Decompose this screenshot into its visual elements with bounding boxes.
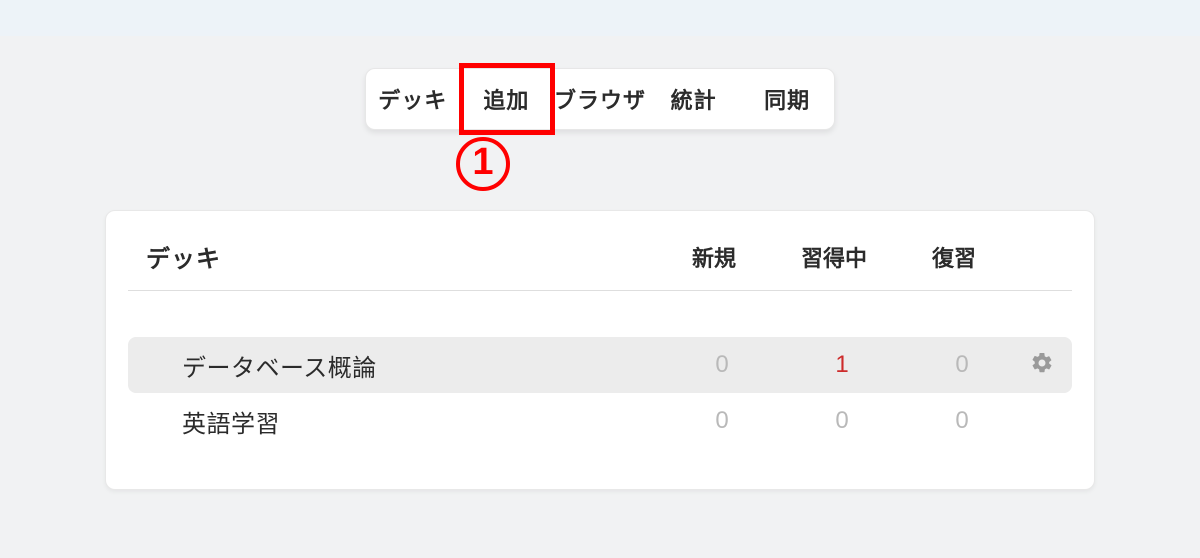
gear-icon bbox=[1030, 351, 1054, 380]
deck-options-button[interactable] bbox=[1022, 351, 1062, 380]
deck-learn-count: 0 bbox=[782, 407, 902, 435]
deck-learn-count: 1 bbox=[782, 351, 902, 379]
deck-row[interactable]: 英語学習 0 0 0 bbox=[128, 393, 1072, 449]
main-tabbar: デッキ 追加 ブラウザ 統計 同期 1 bbox=[365, 68, 835, 130]
annotation-step-badge: 1 bbox=[456, 137, 510, 191]
header-deck: デッキ bbox=[146, 239, 654, 274]
deck-name: 英語学習 bbox=[182, 404, 662, 439]
annotation-step-number: 1 bbox=[472, 143, 493, 181]
tab-decks[interactable]: デッキ bbox=[366, 83, 460, 115]
header-review: 復習 bbox=[894, 241, 1014, 273]
tab-stats[interactable]: 統計 bbox=[647, 83, 741, 115]
tab-sync[interactable]: 同期 bbox=[740, 83, 834, 115]
tab-browse[interactable]: ブラウザ bbox=[553, 83, 647, 115]
deck-list-card: デッキ 新規 習得中 復習 データベース概論 0 1 0 英語学習 0 0 0 bbox=[105, 210, 1095, 490]
deck-rows: データベース概論 0 1 0 英語学習 0 0 0 bbox=[128, 337, 1072, 449]
deck-review-count: 0 bbox=[902, 351, 1022, 379]
header-new: 新規 bbox=[654, 241, 774, 273]
deck-new-count: 0 bbox=[662, 407, 782, 435]
deck-new-count: 0 bbox=[662, 351, 782, 379]
tab-add[interactable]: 追加 bbox=[460, 83, 554, 115]
deck-table-header: デッキ 新規 習得中 復習 bbox=[128, 239, 1072, 291]
header-learn: 習得中 bbox=[774, 241, 894, 273]
deck-row[interactable]: データベース概論 0 1 0 bbox=[128, 337, 1072, 393]
deck-name: データベース概論 bbox=[182, 348, 662, 383]
window-top-band bbox=[0, 0, 1200, 36]
deck-review-count: 0 bbox=[902, 407, 1022, 435]
